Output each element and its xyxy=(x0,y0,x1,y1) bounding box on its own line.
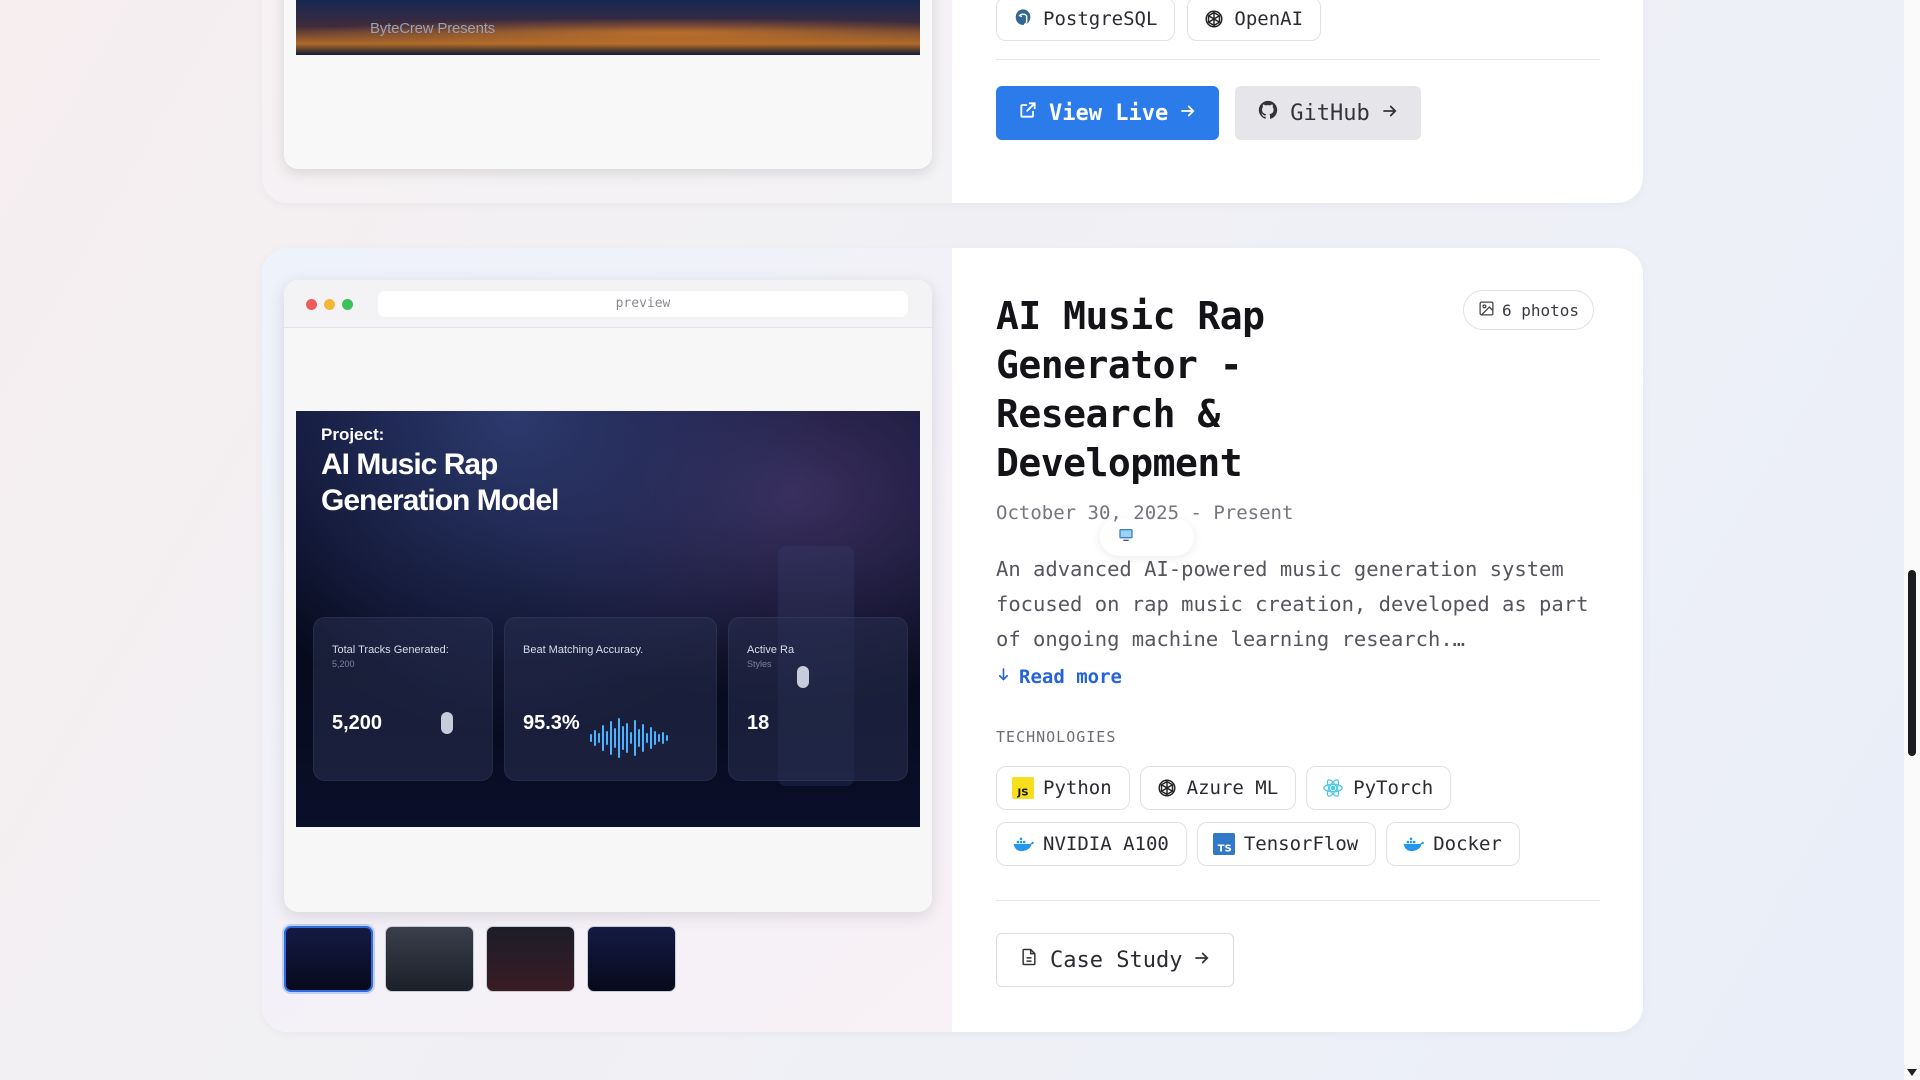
divider xyxy=(996,59,1600,60)
tech-chip-azure-ml: Azure ML xyxy=(1139,766,1297,810)
tech-chips-row-1: JS Python Azure ML PyTorch xyxy=(996,766,1452,810)
tech-chips-row-2: NVIDIA A100 TS TensorFlow Docker xyxy=(996,822,1520,866)
view-live-button[interactable]: View Live xyxy=(996,86,1220,140)
preview-pane: ByteCrew Presents xyxy=(262,0,952,203)
tech-chip-label: PostgreSQL xyxy=(1043,8,1158,30)
panel-value: 18 xyxy=(747,712,770,734)
project-card-ai-music: preview Project: AI Music Rap Generation… xyxy=(262,248,1643,1032)
url-bar: preview xyxy=(378,291,908,317)
tech-chip-label: Docker xyxy=(1433,833,1502,855)
tech-chip-postgresql: PostgreSQL xyxy=(996,0,1176,41)
svg-text:TS: TS xyxy=(1217,843,1231,854)
tech-chip-label: Azure ML xyxy=(1186,777,1279,799)
tech-chip-python: JS Python xyxy=(996,766,1130,810)
preview-screenshot[interactable]: Project: AI Music Rap Generation Model T… xyxy=(296,411,920,827)
shot-panel-accuracy: Beat Matching Accuracy. 95.3% xyxy=(504,617,717,781)
project-title: AI Music Rap Generator - Research & Deve… xyxy=(996,294,1265,485)
shot-panel-tracks: Total Tracks Generated: 5,200 5,200 xyxy=(313,617,493,781)
microphone-icon xyxy=(441,712,453,734)
github-button[interactable]: GitHub xyxy=(1235,86,1421,140)
openai-icon xyxy=(1156,777,1178,799)
read-more-label: Read more xyxy=(1019,666,1122,688)
thumbnail-3[interactable] xyxy=(486,926,575,992)
platform-badge-label: Web xyxy=(1142,529,1166,545)
action-buttons: View Live GitHub xyxy=(996,86,1421,140)
image-icon xyxy=(1478,300,1495,321)
arrow-right-icon xyxy=(1381,101,1399,126)
preview-pane: preview Project: AI Music Rap Generation… xyxy=(262,248,952,1032)
microphone-icon xyxy=(797,666,809,688)
document-icon xyxy=(1019,947,1039,973)
panel-label: Total Tracks Generated: xyxy=(332,644,449,656)
tech-chip-label: NVIDIA A100 xyxy=(1043,833,1169,855)
panel-sub: Styles xyxy=(747,659,772,669)
docker-icon xyxy=(1402,833,1425,855)
docker-icon xyxy=(1012,833,1034,855)
postgresql-icon xyxy=(1012,8,1034,30)
window-minimize-dot xyxy=(324,299,335,310)
arrow-right-icon xyxy=(1193,948,1211,973)
tech-chip-label: Python xyxy=(1043,777,1112,799)
preview-frame: ByteCrew Presents xyxy=(284,0,932,169)
window-close-dot xyxy=(306,299,317,310)
shot-title: AI Music Rap Generation Model xyxy=(321,448,559,517)
browser-mockup: preview Project: AI Music Rap Generation… xyxy=(284,280,932,912)
tech-chip-nvidia: NVIDIA A100 xyxy=(996,822,1187,866)
panel-sub: 5,200 xyxy=(332,659,355,669)
arrow-down-icon xyxy=(996,666,1011,688)
tech-chip-label: OpenAI xyxy=(1234,8,1304,30)
case-study-label: Case Study xyxy=(1050,947,1183,973)
tech-chip-tensorflow: TS TensorFlow xyxy=(1196,822,1377,866)
monitor-icon xyxy=(1118,527,1134,547)
external-link-icon xyxy=(1018,100,1038,126)
shot-panel-styles: Active Ra Styles 18 xyxy=(728,617,908,781)
panel-label: Active Ra xyxy=(747,644,795,656)
technologies-heading: TECHNOLOGIES xyxy=(996,728,1117,746)
tech-chip-docker: Docker xyxy=(1386,822,1520,866)
divider xyxy=(996,900,1600,901)
photos-badge-label: 6 photos xyxy=(1502,300,1580,320)
typescript-icon: TS xyxy=(1212,833,1235,855)
shot-kicker: Project: xyxy=(321,425,385,444)
hero-caption: ByteCrew Presents xyxy=(370,20,495,37)
tech-chip-label: TensorFlow xyxy=(1243,833,1359,855)
read-more-link[interactable]: Read more xyxy=(996,666,1122,688)
panel-value: 5,200 xyxy=(332,712,383,734)
tech-chip-label: PyTorch xyxy=(1353,777,1434,799)
scroll-down-icon[interactable] xyxy=(1907,1069,1917,1076)
tech-chip-pytorch: PyTorch xyxy=(1306,766,1452,810)
photos-badge[interactable]: 6 photos xyxy=(1463,290,1595,330)
js-icon: JS xyxy=(1012,777,1034,799)
thumbnail-4[interactable] xyxy=(587,926,676,992)
project-description: An advanced AI-powered music generation … xyxy=(996,557,1589,651)
panel-label: Beat Matching Accuracy. xyxy=(523,644,644,656)
arrow-right-icon xyxy=(1179,101,1197,126)
scrollbar-thumb[interactable] xyxy=(1908,570,1916,756)
tech-chips: PostgreSQL OpenAI xyxy=(996,0,1322,41)
github-label: GitHub xyxy=(1290,100,1370,126)
case-study-button[interactable]: Case Study xyxy=(996,933,1235,987)
github-icon xyxy=(1257,99,1279,127)
svg-text:JS: JS xyxy=(1017,787,1029,798)
project-date: October 30, 2025 - Present xyxy=(996,502,1294,524)
action-buttons: Case Study xyxy=(996,933,1235,987)
thumbnail-1[interactable] xyxy=(284,926,373,992)
tech-chip-openai: OpenAI xyxy=(1187,0,1322,41)
preview-image[interactable]: ByteCrew Presents xyxy=(296,0,920,55)
thumbnail-strip xyxy=(284,926,676,992)
browser-toolbar: preview xyxy=(284,280,932,328)
window-maximize-dot xyxy=(342,299,353,310)
react-icon xyxy=(1322,777,1344,799)
thumbnail-2[interactable] xyxy=(385,926,474,992)
openai-icon xyxy=(1203,8,1225,30)
waveform xyxy=(590,716,668,760)
panel-value: 95.3% xyxy=(523,712,580,734)
project-card-previous: ByteCrew Presents PostgreSQL OpenAI View… xyxy=(262,0,1643,203)
view-live-label: View Live xyxy=(1049,100,1169,126)
scrollbar-track[interactable] xyxy=(1904,0,1920,1080)
